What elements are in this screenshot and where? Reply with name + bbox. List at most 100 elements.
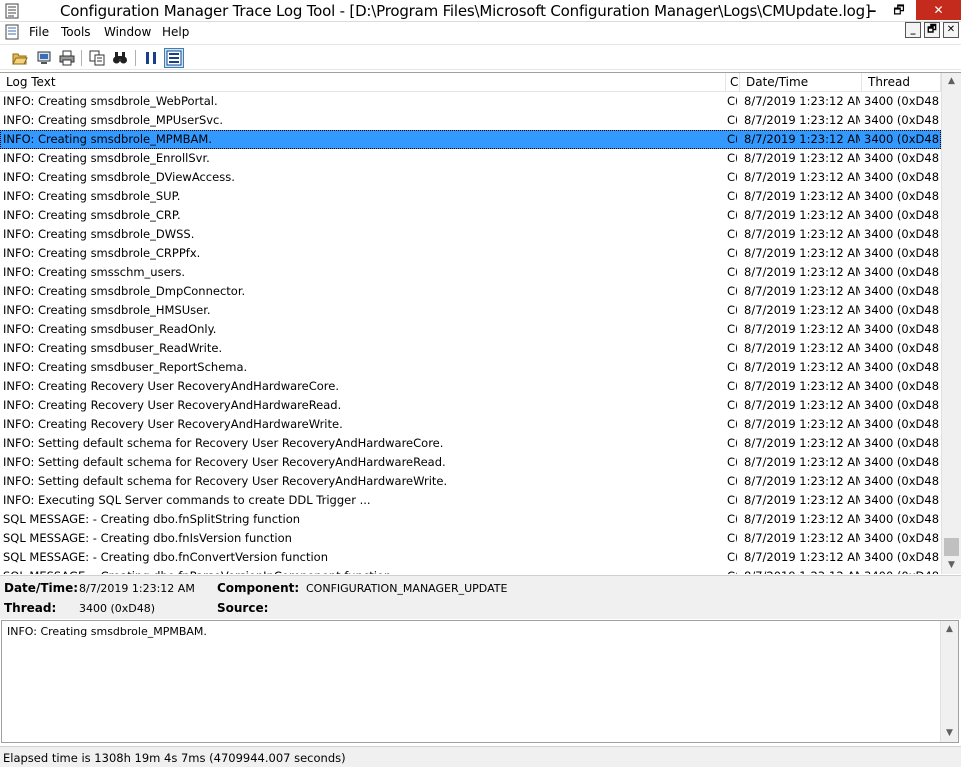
column-thread[interactable]: Thread xyxy=(862,73,941,92)
scroll-down-icon[interactable]: ▼ xyxy=(942,557,961,574)
datetime-cell: 8/7/2019 1:23:12 AM xyxy=(744,531,860,545)
datetime-cell: 8/7/2019 1:23:12 AM xyxy=(744,132,860,146)
find-button[interactable] xyxy=(110,48,130,68)
component-cell: C( xyxy=(727,493,737,507)
table-row[interactable]: INFO: Setting default schema for Recover… xyxy=(0,434,941,453)
table-row[interactable]: INFO: Creating smsdbrole_DmpConnector. C(… xyxy=(0,282,941,301)
table-row[interactable]: INFO: Creating Recovery User RecoveryAnd… xyxy=(0,396,941,415)
restore-button[interactable]: 🗗 xyxy=(883,0,915,20)
print-icon xyxy=(59,50,75,66)
component-cell: C( xyxy=(727,360,737,374)
table-row[interactable]: INFO: Creating smsdbrole_CRPPfx. C(8/7/20… xyxy=(0,244,941,263)
log-list[interactable]: Log Text C Date/Time Thread INFO: Creati… xyxy=(0,72,961,574)
thread-cell: 3400 (0xD48) xyxy=(864,436,940,450)
datetime-cell: 8/7/2019 1:23:12 AM xyxy=(744,151,860,165)
column-log-text[interactable]: Log Text xyxy=(0,73,726,92)
component-cell: C( xyxy=(727,474,737,488)
table-row[interactable]: INFO: Creating smsschm_users. C( 8/7/2019 … xyxy=(0,263,941,282)
table-row[interactable]: INFO: Setting default schema for Recover… xyxy=(0,453,941,472)
datetime-cell: 8/7/2019 1:23:12 AM xyxy=(744,170,860,184)
thread-cell: 3400 (0xD48) xyxy=(864,360,940,374)
datetime-cell: 8/7/2019 1:23:12 AM xyxy=(744,265,860,279)
table-row[interactable]: INFO: Creating smsdbuser_ReadWrite. C(8/7… xyxy=(0,339,941,358)
open-button[interactable] xyxy=(10,48,30,68)
pause-button[interactable] xyxy=(141,48,161,68)
app-log-icon xyxy=(5,3,19,19)
table-row[interactable]: INFO: Creating smsdbrole_MPUserSvc. C(8/7… xyxy=(0,111,941,130)
table-row[interactable]: INFO: Setting default schema for Recover… xyxy=(0,472,941,491)
component-value: CONFIGURATION_MANAGER_UPDATE xyxy=(306,582,508,595)
log-text-cell: INFO: Creating smsdbrole_DmpConnector. xyxy=(3,284,246,298)
menu-tools[interactable]: Tools xyxy=(61,25,91,39)
title-bar: Configuration Manager Trace Log Tool - [… xyxy=(0,0,961,22)
close-icon: ✕ xyxy=(933,3,944,17)
component-cell: C( xyxy=(727,550,737,564)
mdi-restore-button[interactable]: 🗗 xyxy=(924,22,940,38)
highlight-button[interactable] xyxy=(164,48,184,68)
table-row[interactable]: SQL MESSAGE: - Creating dbo.fnIsVersion … xyxy=(0,529,941,548)
menu-window[interactable]: Window xyxy=(104,25,151,39)
thread-cell: 3400 (0xD48) xyxy=(864,455,940,469)
mdi-restore-icon: 🗗 xyxy=(927,24,937,35)
scroll-thumb[interactable] xyxy=(944,538,959,556)
log-scrollbar[interactable]: ▲ ▼ xyxy=(941,73,961,574)
datetime-cell: 8/7/2019 1:23:12 AM xyxy=(744,398,860,412)
scroll-up-icon[interactable]: ▲ xyxy=(942,73,961,90)
open-remote-button[interactable] xyxy=(34,48,54,68)
table-row[interactable]: INFO: Creating smsdbrole_MPMBAM. C(8/7/20… xyxy=(0,130,941,149)
component-cell: C( xyxy=(727,132,737,146)
message-scroll-up-icon[interactable]: ▲ xyxy=(941,621,958,638)
table-row[interactable]: INFO: Creating smsdbrole_CRP. C(8/7/2019 … xyxy=(0,206,941,225)
menu-help[interactable]: Help xyxy=(162,25,189,39)
document-icon[interactable] xyxy=(4,24,20,40)
table-row[interactable]: INFO: Creating Recovery User RecoveryAnd… xyxy=(0,415,941,434)
menu-file[interactable]: File xyxy=(29,25,49,39)
log-text-cell: INFO: Creating smsdbrole_CRP. xyxy=(3,208,181,222)
message-scrollbar[interactable]: ▲ ▼ xyxy=(940,621,958,742)
datetime-label: Date/Time: xyxy=(4,581,79,595)
table-row[interactable]: SQL MESSAGE: - Creating dbo.fnParseVersi… xyxy=(0,567,941,574)
component-cell: C( xyxy=(727,512,737,526)
message-textbox[interactable]: INFO: Creating smsdbrole_MPMBAM. ▲ ▼ xyxy=(1,620,959,743)
log-text-cell: SQL MESSAGE: - Creating dbo.fnConvertVer… xyxy=(3,550,328,564)
column-datetime[interactable]: Date/Time xyxy=(740,73,862,92)
table-row[interactable]: SQL MESSAGE: - Creating dbo.fnSplitStrin… xyxy=(0,510,941,529)
table-row[interactable]: INFO: Creating smsdbuser_ReadOnly. C(8/7/… xyxy=(0,320,941,339)
mdi-close-button[interactable]: ✕ xyxy=(943,22,959,38)
thread-cell: 3400 (0xD48) xyxy=(864,550,940,564)
table-row[interactable]: INFO: Creating smsdbrole_WebPortal. C(8/7… xyxy=(0,92,941,111)
details-panel: Date/Time: 8/7/2019 1:23:12 AM Component… xyxy=(0,575,961,619)
open-folder-icon xyxy=(12,53,28,65)
table-row[interactable]: INFO: Creating smsdbrole_DWSS. C(8/7/2019… xyxy=(0,225,941,244)
column-component[interactable]: C xyxy=(726,73,740,92)
table-row[interactable]: INFO: Creating smsdbrole_DViewAccess. C(8… xyxy=(0,168,941,187)
close-button[interactable]: ✕ xyxy=(916,0,961,20)
table-row[interactable]: INFO: Creating smsdbrole_SUP. C(8/7/2019 … xyxy=(0,187,941,206)
message-scroll-down-icon[interactable]: ▼ xyxy=(941,725,958,742)
copy-button[interactable] xyxy=(87,48,107,68)
datetime-cell: 8/7/2019 1:23:12 AM xyxy=(744,246,860,260)
mdi-minimize-button[interactable]: _ xyxy=(905,22,921,38)
table-row[interactable]: INFO: Creating Recovery User RecoveryAnd… xyxy=(0,377,941,396)
table-row[interactable]: INFO: Creating smsdbuser_ReportSchema. C(… xyxy=(0,358,941,377)
log-text-cell: INFO: Creating smsdbuser_ReadOnly. xyxy=(3,322,217,336)
log-text-cell: INFO: Creating smsschm_users. xyxy=(3,265,186,279)
component-label: Component: xyxy=(217,581,300,595)
table-row[interactable]: INFO: Creating smsdbrole_EnrollSvr. C(8/7… xyxy=(0,149,941,168)
table-row[interactable]: INFO: Creating smsdbrole_HMSUser. C(8/7/2… xyxy=(0,301,941,320)
print-button[interactable] xyxy=(57,48,77,68)
datetime-cell: 8/7/2019 1:23:12 AM xyxy=(744,417,860,431)
thread-cell: 3400 (0xD48) xyxy=(864,493,940,507)
component-cell: C( xyxy=(727,265,737,279)
find-icon xyxy=(113,52,127,64)
component-cell: C( xyxy=(727,531,737,545)
datetime-cell: 8/7/2019 1:23:12 AM xyxy=(744,379,860,393)
datetime-cell: 8/7/2019 1:23:12 AM xyxy=(744,341,860,355)
component-cell: C( xyxy=(727,170,737,184)
component-cell: C( xyxy=(727,455,737,469)
table-row[interactable]: SQL MESSAGE: - Creating dbo.fnConvertVer… xyxy=(0,548,941,567)
component-cell: C( xyxy=(727,379,737,393)
datetime-cell: 8/7/2019 1:23:12 AM xyxy=(744,436,860,450)
datetime-cell: 8/7/2019 1:23:12 AM xyxy=(744,303,860,317)
table-row[interactable]: INFO: Executing SQL Server commands to c… xyxy=(0,491,941,510)
